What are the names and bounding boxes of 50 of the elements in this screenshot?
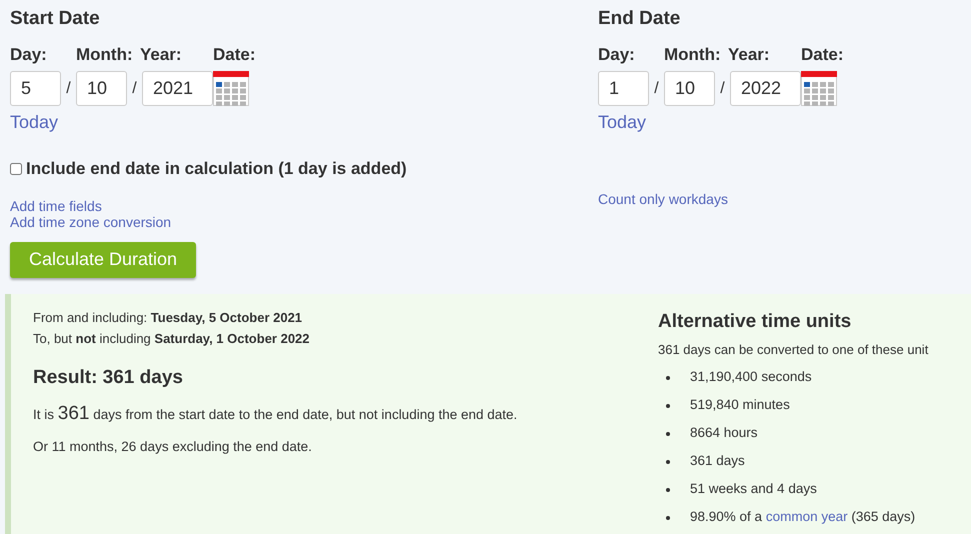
unit-item: 51 weeks and 4 days (690, 480, 817, 498)
calculate-button[interactable]: Calculate Duration (10, 242, 196, 278)
day-field[interactable]: 5 (10, 71, 61, 106)
bullet-icon (666, 404, 670, 408)
day-field[interactable]: 1 (598, 71, 649, 106)
section-heading: End Date (598, 7, 682, 31)
month-field[interactable]: 10 (76, 71, 127, 106)
checkbox-label: Include end date in calculation (1 day is added) (26, 158, 407, 180)
include-end-checkbox[interactable] (10, 162, 22, 175)
result-sentence: Or 11 months, 26 days excluding the end date. (33, 438, 313, 456)
field-label: Month: (76, 45, 134, 65)
field-label: Date: (801, 45, 844, 65)
unit-item: 98.90% of a common year (365 days) (690, 508, 916, 526)
bullet-icon (666, 488, 670, 492)
bullet-icon (666, 516, 670, 520)
date-separator: / (653, 78, 660, 98)
today-link[interactable]: Today (598, 110, 646, 134)
common-year-link[interactable]: common year (766, 509, 848, 524)
date-separator: / (719, 78, 726, 98)
unit-item: 31,190,400 seconds (690, 368, 812, 386)
unit-item: 361 days (690, 452, 745, 470)
field-label: Month: (664, 45, 722, 65)
date-separator: / (65, 78, 72, 98)
from-line: From and including: Tuesday, 5 October 2021 (33, 309, 304, 327)
alternative-heading: Alternative time units (658, 310, 852, 334)
option-link[interactable]: Add time fields (10, 198, 102, 214)
calendar-icon[interactable] (801, 71, 837, 106)
bullet-icon (666, 460, 670, 464)
today-link[interactable]: Today (10, 110, 58, 134)
section-heading: Start Date (10, 7, 101, 31)
field-label: Date: (213, 45, 256, 65)
field-label: Day: (10, 45, 48, 65)
result-sentence: It is 361 days from the start date to the end date, but not including the end date. (33, 402, 518, 426)
bullet-icon (666, 432, 670, 436)
result-heading: Result: 361 days (33, 366, 184, 390)
year-field[interactable]: 2022 (730, 71, 801, 106)
to-line: To, but not including Saturday, 1 October 2022 (33, 330, 311, 348)
option-link[interactable]: Count only workdays (598, 191, 728, 207)
unit-item: 8664 hours (690, 424, 758, 442)
option-link[interactable]: Add time zone conversion (10, 214, 172, 230)
bullet-icon (666, 376, 670, 380)
year-field[interactable]: 2021 (142, 71, 213, 106)
field-label: Year: (728, 45, 771, 65)
calendar-icon[interactable] (213, 71, 249, 106)
date-separator: / (131, 78, 138, 98)
alternative-intro: 361 days can be converted to one of these unit (658, 341, 930, 359)
unit-item: 519,840 minutes (690, 396, 790, 414)
month-field[interactable]: 10 (664, 71, 715, 106)
field-label: Year: (140, 45, 183, 65)
field-label: Day: (598, 45, 636, 65)
